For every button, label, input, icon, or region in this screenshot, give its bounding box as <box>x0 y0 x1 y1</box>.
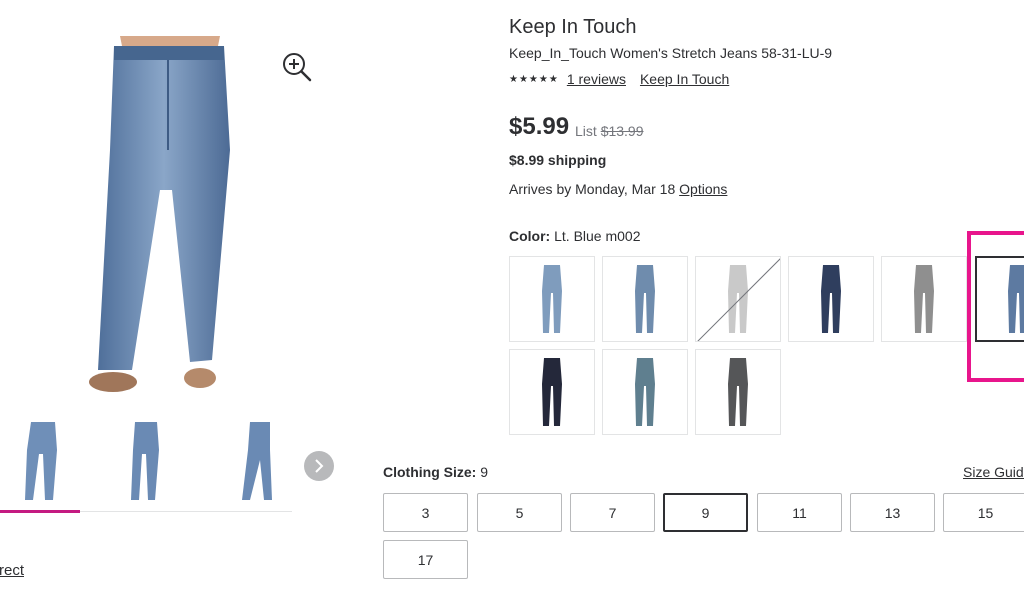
product-main-image[interactable] <box>40 30 290 405</box>
jeans-swatch-image <box>635 358 655 426</box>
color-label: Color: <box>509 228 551 244</box>
star-rating: ★★★★★ <box>509 73 559 85</box>
brand-link[interactable]: Keep In Touch <box>640 71 729 87</box>
jeans-swatch-image <box>635 265 655 333</box>
size-option-17[interactable]: 17 <box>383 540 468 579</box>
selected-size-value: 9 <box>480 464 489 480</box>
jeans-swatch-image <box>821 265 841 333</box>
color-swatch-teal-wash[interactable] <box>602 349 688 435</box>
delivery-options-link[interactable]: Options <box>679 181 727 197</box>
size-option-3[interactable]: 3 <box>383 493 468 532</box>
arrival-date: Arrives by Monday, Mar 18 <box>509 181 676 197</box>
size-option-5[interactable]: 5 <box>477 493 562 532</box>
gallery-thumbnail[interactable] <box>0 416 80 508</box>
rating-row: ★★★★★ 1 reviews Keep In Touch <box>509 71 729 87</box>
jeans-swatch-image <box>542 358 562 426</box>
size-option-15[interactable]: 15 <box>943 493 1024 532</box>
highlight-annotation <box>967 231 1024 382</box>
jeans-swatch-image <box>914 265 934 333</box>
current-price: $5.99 <box>509 113 570 140</box>
color-selector-label: Color: Lt. Blue m002 <box>509 228 641 244</box>
color-swatch-ripped-wash[interactable] <box>602 256 688 342</box>
size-option-11[interactable]: 11 <box>757 493 842 532</box>
size-option-9[interactable]: 9 <box>663 493 748 532</box>
gallery-thumbnail[interactable] <box>104 416 184 508</box>
size-guide-link[interactable]: Size Guide <box>963 464 1024 480</box>
color-swatch-black-denim[interactable] <box>509 349 595 435</box>
list-price-label: List <box>575 123 597 139</box>
reviews-link[interactable]: 1 reviews <box>567 71 626 87</box>
size-selector-label: Clothing Size: 9 <box>383 464 488 480</box>
color-swatch-light-wash[interactable] <box>509 256 595 342</box>
report-incorrect-link[interactable]: rrect <box>0 562 24 579</box>
selected-color-value: Lt. Blue m002 <box>554 228 641 244</box>
size-option-13[interactable]: 13 <box>850 493 935 532</box>
color-swatch-light-grey[interactable] <box>695 256 781 342</box>
product-name: Keep_In_Touch Women's Stretch Jeans 58-3… <box>509 45 833 61</box>
chevron-right-icon <box>315 459 324 473</box>
jeans-swatch-image <box>728 358 748 426</box>
zoom-button[interactable] <box>280 50 314 84</box>
color-swatch-grey-wash[interactable] <box>881 256 967 342</box>
list-price: List $13.99 <box>575 123 644 139</box>
color-swatch-dark-blue[interactable] <box>788 256 874 342</box>
gallery-thumbnail[interactable] <box>212 416 292 508</box>
size-label: Clothing Size: <box>383 464 477 480</box>
thumbnail-active-indicator <box>0 510 80 513</box>
zoom-in-icon <box>283 53 312 82</box>
jeans-swatch-image <box>542 265 562 333</box>
shipping-cost: $8.99 shipping <box>509 152 607 168</box>
delivery-estimate: Arrives by Monday, Mar 18 Options <box>509 181 727 197</box>
list-price-value: $13.99 <box>600 123 644 139</box>
next-thumbnails-button[interactable] <box>304 451 334 481</box>
color-swatch-charcoal[interactable] <box>695 349 781 435</box>
size-option-7[interactable]: 7 <box>570 493 655 532</box>
product-brand-title: Keep In Touch <box>509 16 637 38</box>
